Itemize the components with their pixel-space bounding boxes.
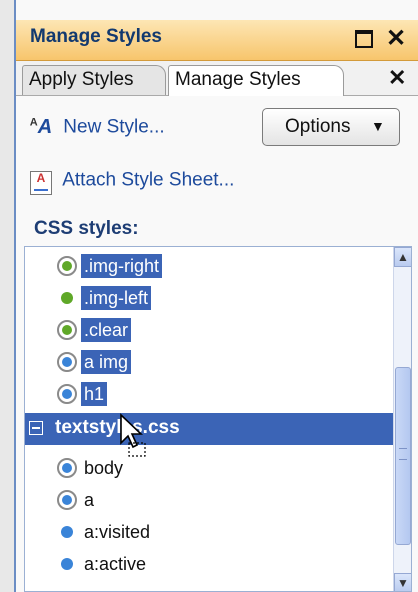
attach-sheet-icon-wrap: A <box>24 166 58 195</box>
element-style-icon <box>61 526 73 538</box>
style-sheet-name: textstyles.css <box>55 417 180 438</box>
options-label: Options <box>285 116 351 137</box>
style-item-label: h1 <box>81 382 108 406</box>
attach-style-sheet-label: Attach Style Sheet... <box>62 169 235 191</box>
style-item-label: .img-right <box>81 254 163 278</box>
element-style-icon <box>57 458 77 478</box>
options-button[interactable]: Options ▼ <box>262 108 400 146</box>
panel-title: Manage Styles <box>30 26 162 47</box>
style-sheet-group-row[interactable]: textstyles.css <box>25 413 393 445</box>
element-style-icon <box>57 490 77 510</box>
collapse-icon[interactable] <box>29 421 43 435</box>
maximize-icon[interactable] <box>352 27 376 51</box>
attach-style-sheet-link[interactable]: A Attach Style Sheet... <box>24 166 234 195</box>
element-style-icon <box>61 558 73 570</box>
style-item-label: a:visited <box>84 522 151 542</box>
class-style-icon <box>57 256 77 276</box>
drag-cursor-icon <box>120 413 146 457</box>
class-style-icon <box>57 320 77 340</box>
style-item-label: a <box>84 490 95 510</box>
tab-bar: Apply Styles Manage Styles ✕ <box>16 61 418 96</box>
css-styles-heading: CSS styles: <box>34 218 139 239</box>
tab-close-icon[interactable]: ✕ <box>388 65 406 91</box>
manage-styles-panel: Manage Styles ✕ Apply Styles Manage Styl… <box>14 0 418 592</box>
tab-apply-styles[interactable]: Apply Styles <box>22 65 166 95</box>
new-style-label: New Style... <box>63 116 165 138</box>
style-sheet-icon: A <box>30 171 52 195</box>
tab-manage-styles[interactable]: Manage Styles <box>168 65 344 96</box>
grip-icon <box>399 448 407 460</box>
new-style-icon: AA <box>29 116 53 138</box>
scrollbar-thumb[interactable] <box>395 367 411 545</box>
panel-titlebar: Manage Styles ✕ <box>16 20 418 61</box>
close-icon[interactable]: ✕ <box>384 27 408 51</box>
scroll-up-icon[interactable]: ▲ <box>394 247 411 267</box>
style-item-label: .img-left <box>81 286 152 310</box>
style-item-label: body <box>84 458 124 478</box>
new-style-link[interactable]: AA New Style... <box>24 116 165 139</box>
style-item-label: a img <box>81 350 132 374</box>
element-style-icon <box>57 384 77 404</box>
element-style-icon <box>57 352 77 372</box>
class-style-icon <box>61 292 73 304</box>
style-item-label: a:active <box>84 554 147 574</box>
dropdown-arrow-icon: ▼ <box>371 118 385 134</box>
vertical-scrollbar[interactable]: ▲ ▼ <box>393 247 411 591</box>
css-styles-list[interactable]: .img-right .img-left .clear a img h1 tex… <box>24 246 412 592</box>
style-item-label: .clear <box>81 318 132 342</box>
scroll-down-icon[interactable]: ▼ <box>394 573 411 591</box>
